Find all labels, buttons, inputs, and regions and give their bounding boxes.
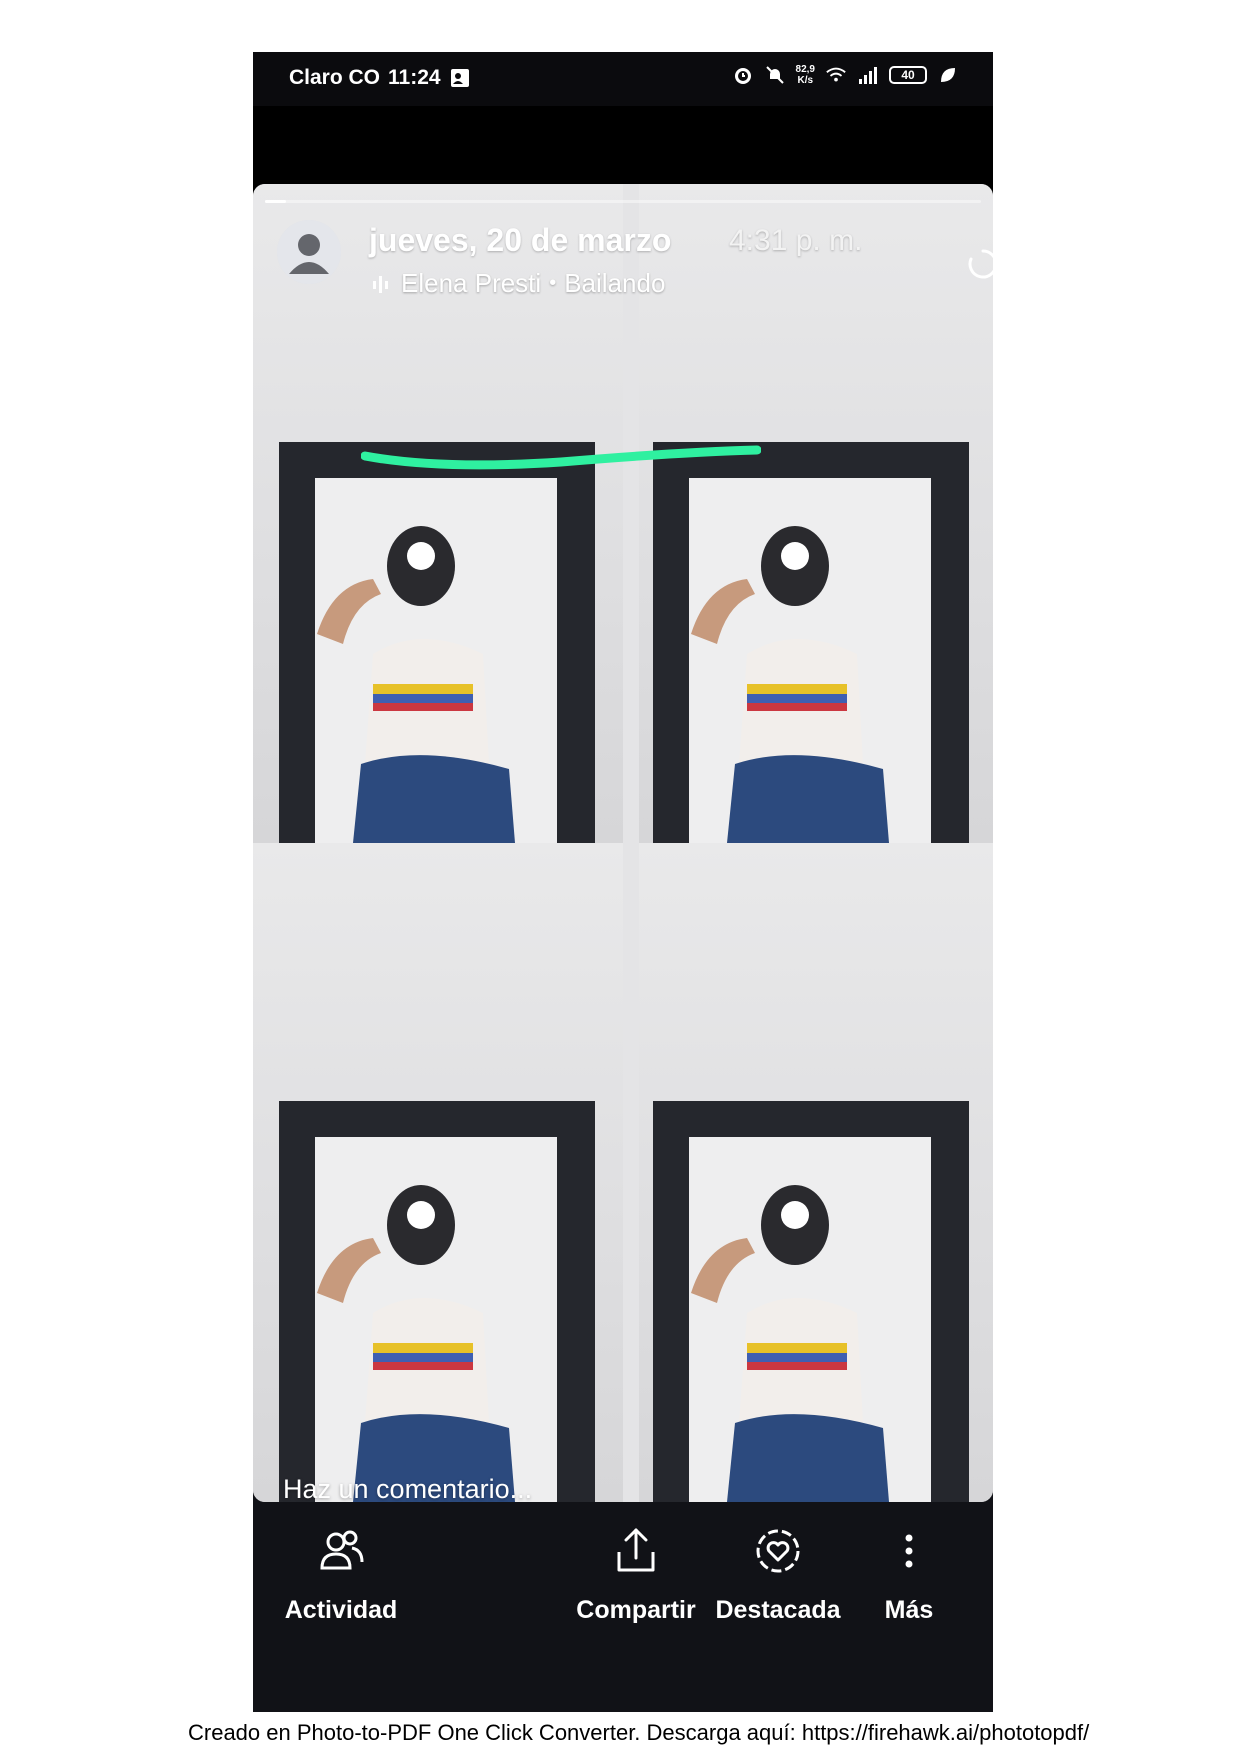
music-separator: • [549, 272, 557, 294]
more-button[interactable]: Más [869, 1524, 949, 1625]
green-marker-underline [361, 445, 761, 470]
mirror-selfie-image [653, 1101, 969, 1502]
story-photo-tile [253, 843, 623, 1502]
alarm-icon [734, 68, 751, 84]
activity-label: Actividad [284, 1596, 398, 1624]
mirror-selfie-image [279, 1101, 595, 1502]
status-bar: Claro CO 11:24 82,9 K/s 40 [253, 52, 993, 106]
highlight-label: Destacada [715, 1596, 841, 1624]
activity-button[interactable]: Actividad [281, 1524, 401, 1625]
story-music[interactable]: Elena Presti • Bailando [371, 268, 665, 299]
loading-spinner-icon [968, 249, 993, 279]
bell-muted-icon [765, 66, 784, 84]
carrier-label: Claro CO [289, 66, 381, 89]
story-viewer[interactable]: jueves, 20 de marzo 4:31 p. m. Elena Pre… [253, 184, 993, 1502]
story-time: 4:31 p. m. [729, 224, 863, 257]
share-icon [617, 1528, 655, 1572]
share-label: Compartir [576, 1596, 696, 1624]
leaf-icon [941, 68, 955, 82]
battery-indicator: 40 [889, 66, 927, 84]
music-artist: Elena Presti [401, 268, 542, 298]
network-speed: 82,9 K/s [795, 64, 815, 86]
story-action-bar: Actividad Compartir Destacada Más [253, 1502, 993, 1712]
music-song: Bailando [564, 268, 666, 298]
comment-input[interactable]: Haz un comentario... [283, 1474, 532, 1502]
heart-circle-icon [756, 1529, 800, 1573]
wifi-icon [826, 67, 846, 82]
phone-screenshot: Claro CO 11:24 82,9 K/s 40 jueves, 20 de… [253, 52, 993, 1712]
story-progress-bar [265, 200, 981, 203]
more-label: Más [884, 1596, 934, 1624]
contact-card-icon [450, 69, 469, 87]
story-progress-fill [265, 200, 287, 203]
avatar[interactable] [277, 220, 341, 284]
people-icon [320, 1530, 364, 1570]
share-button[interactable]: Compartir [571, 1524, 701, 1625]
pdf-converter-credit: Creado en Photo-to-PDF One Click Convert… [188, 1720, 1090, 1745]
signal-icon [859, 67, 877, 84]
story-photo-tile [639, 843, 993, 1502]
highlight-button[interactable]: Destacada [713, 1524, 843, 1625]
audio-wave-icon [373, 275, 388, 293]
clock-label: 11:24 [388, 66, 441, 89]
more-vertical-icon [905, 1534, 913, 1568]
story-header: jueves, 20 de marzo 4:31 p. m. Elena Pre… [277, 220, 993, 310]
default-avatar-icon [277, 220, 341, 284]
story-date: jueves, 20 de marzo [369, 222, 672, 258]
